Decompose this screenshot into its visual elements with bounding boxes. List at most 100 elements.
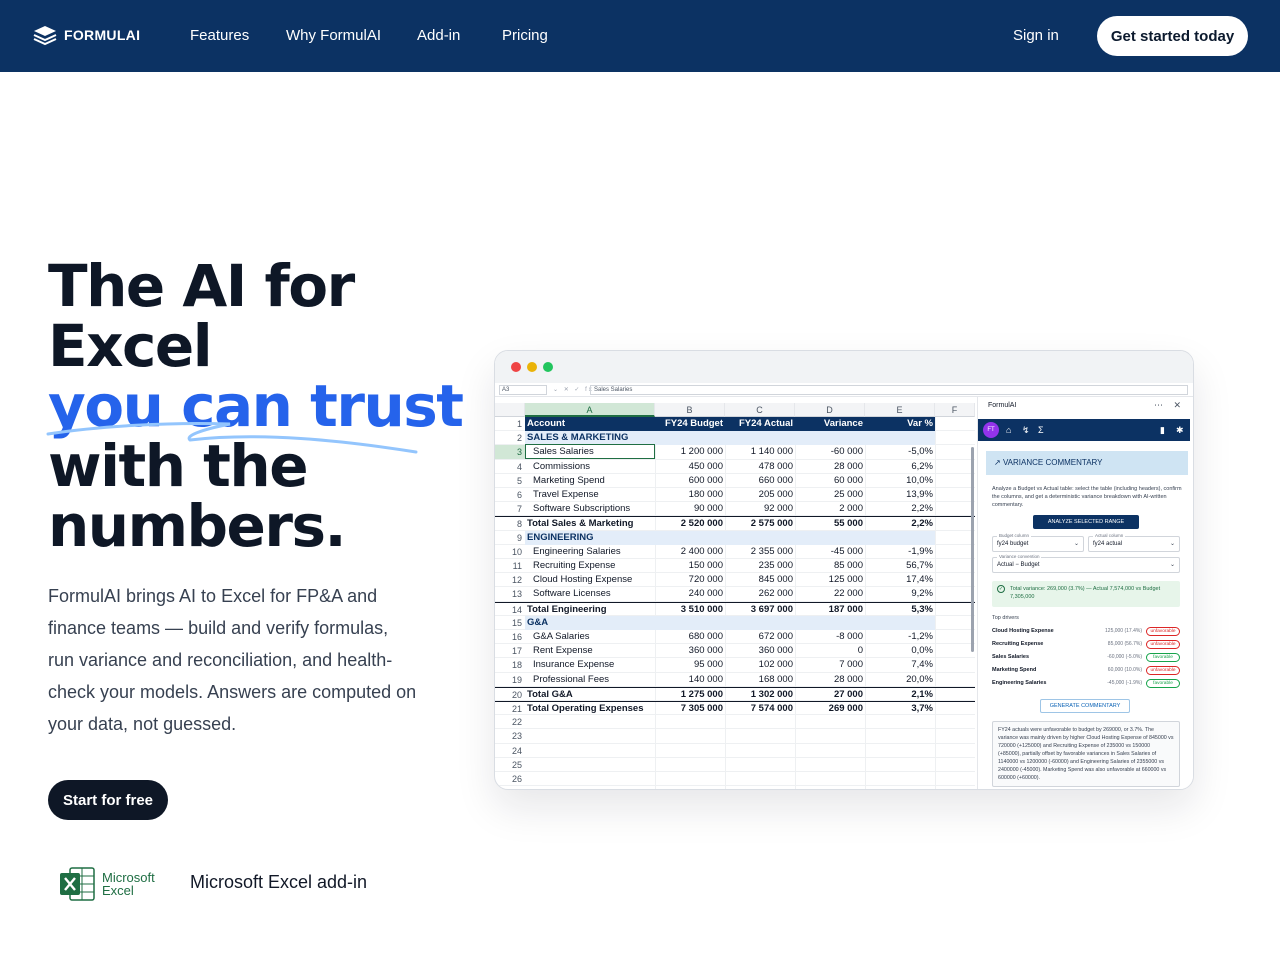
- cell-d[interactable]: 125 000: [795, 573, 865, 587]
- cell-c[interactable]: 478 000: [725, 460, 795, 474]
- cell-b[interactable]: [655, 772, 725, 786]
- gear-icon[interactable]: ✱: [1176, 424, 1184, 436]
- row-number[interactable]: 19: [495, 673, 525, 687]
- generate-commentary-button[interactable]: GENERATE COMMENTARY: [1040, 699, 1130, 713]
- row-number[interactable]: 13: [495, 587, 525, 601]
- cell-a[interactable]: Total G&A: [525, 688, 655, 702]
- cell-a[interactable]: Rent Expense: [525, 644, 655, 658]
- cell-e[interactable]: -5,0%: [865, 445, 935, 459]
- row-number[interactable]: 17: [495, 644, 525, 658]
- cell-b[interactable]: 1 200 000: [655, 445, 725, 459]
- variance-convention-select[interactable]: Variance convention Actual − Budget ⌄: [992, 554, 1180, 573]
- bookmark-icon[interactable]: ▮: [1160, 424, 1165, 436]
- cell-e[interactable]: [865, 530, 935, 545]
- cell-a[interactable]: Cloud Hosting Expense: [525, 573, 655, 587]
- row-number[interactable]: 4: [495, 460, 525, 474]
- cell-a[interactable]: [525, 758, 655, 772]
- cell-a[interactable]: [525, 715, 655, 729]
- corner-cell[interactable]: [495, 403, 525, 417]
- row-number[interactable]: 18: [495, 658, 525, 672]
- cell-e[interactable]: [865, 744, 935, 758]
- row-number[interactable]: 9: [495, 531, 525, 545]
- cell-a[interactable]: [525, 744, 655, 758]
- cell-b[interactable]: [655, 615, 725, 630]
- name-box[interactable]: A3: [499, 385, 547, 395]
- row-number[interactable]: 12: [495, 573, 525, 587]
- cell-a[interactable]: G&A: [525, 615, 655, 630]
- cell-b[interactable]: 95 000: [655, 658, 725, 672]
- cell-a[interactable]: [525, 772, 655, 786]
- cell-a[interactable]: Marketing Spend: [525, 474, 655, 488]
- row-number[interactable]: 14: [495, 603, 525, 617]
- row-number[interactable]: 21: [495, 702, 525, 716]
- cell-c[interactable]: 660 000: [725, 474, 795, 488]
- column-header-b[interactable]: B: [655, 403, 725, 417]
- cell-e[interactable]: 13,9%: [865, 488, 935, 502]
- cell-a[interactable]: G&A Salaries: [525, 630, 655, 644]
- row-number[interactable]: 5: [495, 474, 525, 488]
- nav-link-pricing[interactable]: Pricing: [502, 27, 548, 44]
- row-number[interactable]: 10: [495, 545, 525, 559]
- cell-d[interactable]: 28 000: [795, 673, 865, 687]
- column-header-f[interactable]: F: [935, 403, 975, 417]
- cell-d[interactable]: 2 000: [795, 502, 865, 516]
- nav-link-why-formulai[interactable]: Why FormulAI: [286, 27, 381, 44]
- cell-d[interactable]: Variance: [795, 417, 865, 431]
- cell-b[interactable]: 140 000: [655, 673, 725, 687]
- cell-c[interactable]: [725, 615, 795, 630]
- cell-a[interactable]: Engineering Salaries: [525, 545, 655, 559]
- cell-b[interactable]: 90 000: [655, 502, 725, 516]
- pane-controls[interactable]: ⋯ ✕: [1154, 400, 1185, 411]
- cell-d[interactable]: [795, 615, 865, 630]
- cell-d[interactable]: [795, 758, 865, 772]
- analyze-selected-range-button[interactable]: ANALYZE SELECTED RANGE: [1033, 515, 1139, 529]
- formula-input[interactable]: Sales Salaries: [590, 385, 1188, 395]
- cell-e[interactable]: 10,0%: [865, 474, 935, 488]
- cell-d[interactable]: 55 000: [795, 517, 865, 531]
- cell-b[interactable]: 600 000: [655, 474, 725, 488]
- cell-c[interactable]: 92 000: [725, 502, 795, 516]
- row-number[interactable]: 16: [495, 630, 525, 644]
- cell-b[interactable]: 720 000: [655, 573, 725, 587]
- row-number[interactable]: 7: [495, 502, 525, 516]
- cell-c[interactable]: [725, 431, 795, 446]
- cell-c[interactable]: 168 000: [725, 673, 795, 687]
- cell-b[interactable]: FY24 Budget: [655, 417, 725, 431]
- cell-d[interactable]: [795, 530, 865, 545]
- cell-e[interactable]: 9,2%: [865, 587, 935, 601]
- cell-b[interactable]: 680 000: [655, 630, 725, 644]
- cell-a[interactable]: Total Sales & Marketing: [525, 517, 655, 531]
- cell-b[interactable]: 2 400 000: [655, 545, 725, 559]
- cell-c[interactable]: FY24 Actual: [725, 417, 795, 431]
- cell-e[interactable]: 2,2%: [865, 502, 935, 516]
- cell-c[interactable]: [725, 744, 795, 758]
- cell-d[interactable]: 7 000: [795, 658, 865, 672]
- bank-icon[interactable]: ⌂: [1006, 424, 1011, 436]
- cell-b[interactable]: 7 305 000: [655, 702, 725, 716]
- trend-icon[interactable]: ↯: [1022, 424, 1030, 436]
- cell-d[interactable]: [795, 715, 865, 729]
- cell-b[interactable]: [655, 530, 725, 545]
- cell-d[interactable]: 25 000: [795, 488, 865, 502]
- cell-e[interactable]: [865, 715, 935, 729]
- cell-c[interactable]: [725, 729, 795, 743]
- row-number[interactable]: 8: [495, 517, 525, 531]
- cell-e[interactable]: -1,9%: [865, 545, 935, 559]
- cell-d[interactable]: [795, 431, 865, 446]
- row-number[interactable]: 24: [495, 744, 525, 758]
- cell-a[interactable]: ENGINEERING: [525, 530, 655, 545]
- cell-d[interactable]: -45 000: [795, 545, 865, 559]
- cell-d[interactable]: [795, 772, 865, 786]
- cell-c[interactable]: [725, 758, 795, 772]
- cell-c[interactable]: 1 140 000: [725, 445, 795, 459]
- cell-a[interactable]: Recruiting Expense: [525, 559, 655, 573]
- cell-e[interactable]: 7,4%: [865, 658, 935, 672]
- cell-e[interactable]: [865, 772, 935, 786]
- cell-e[interactable]: 2,2%: [865, 517, 935, 531]
- cell-d[interactable]: [795, 729, 865, 743]
- cell-b[interactable]: 1 275 000: [655, 688, 725, 702]
- cell-a[interactable]: Account: [525, 417, 655, 431]
- cell-c[interactable]: 2 575 000: [725, 517, 795, 531]
- cell-e[interactable]: 17,4%: [865, 573, 935, 587]
- budget-column-select[interactable]: Budget column fy24 budget ⌄: [992, 533, 1084, 552]
